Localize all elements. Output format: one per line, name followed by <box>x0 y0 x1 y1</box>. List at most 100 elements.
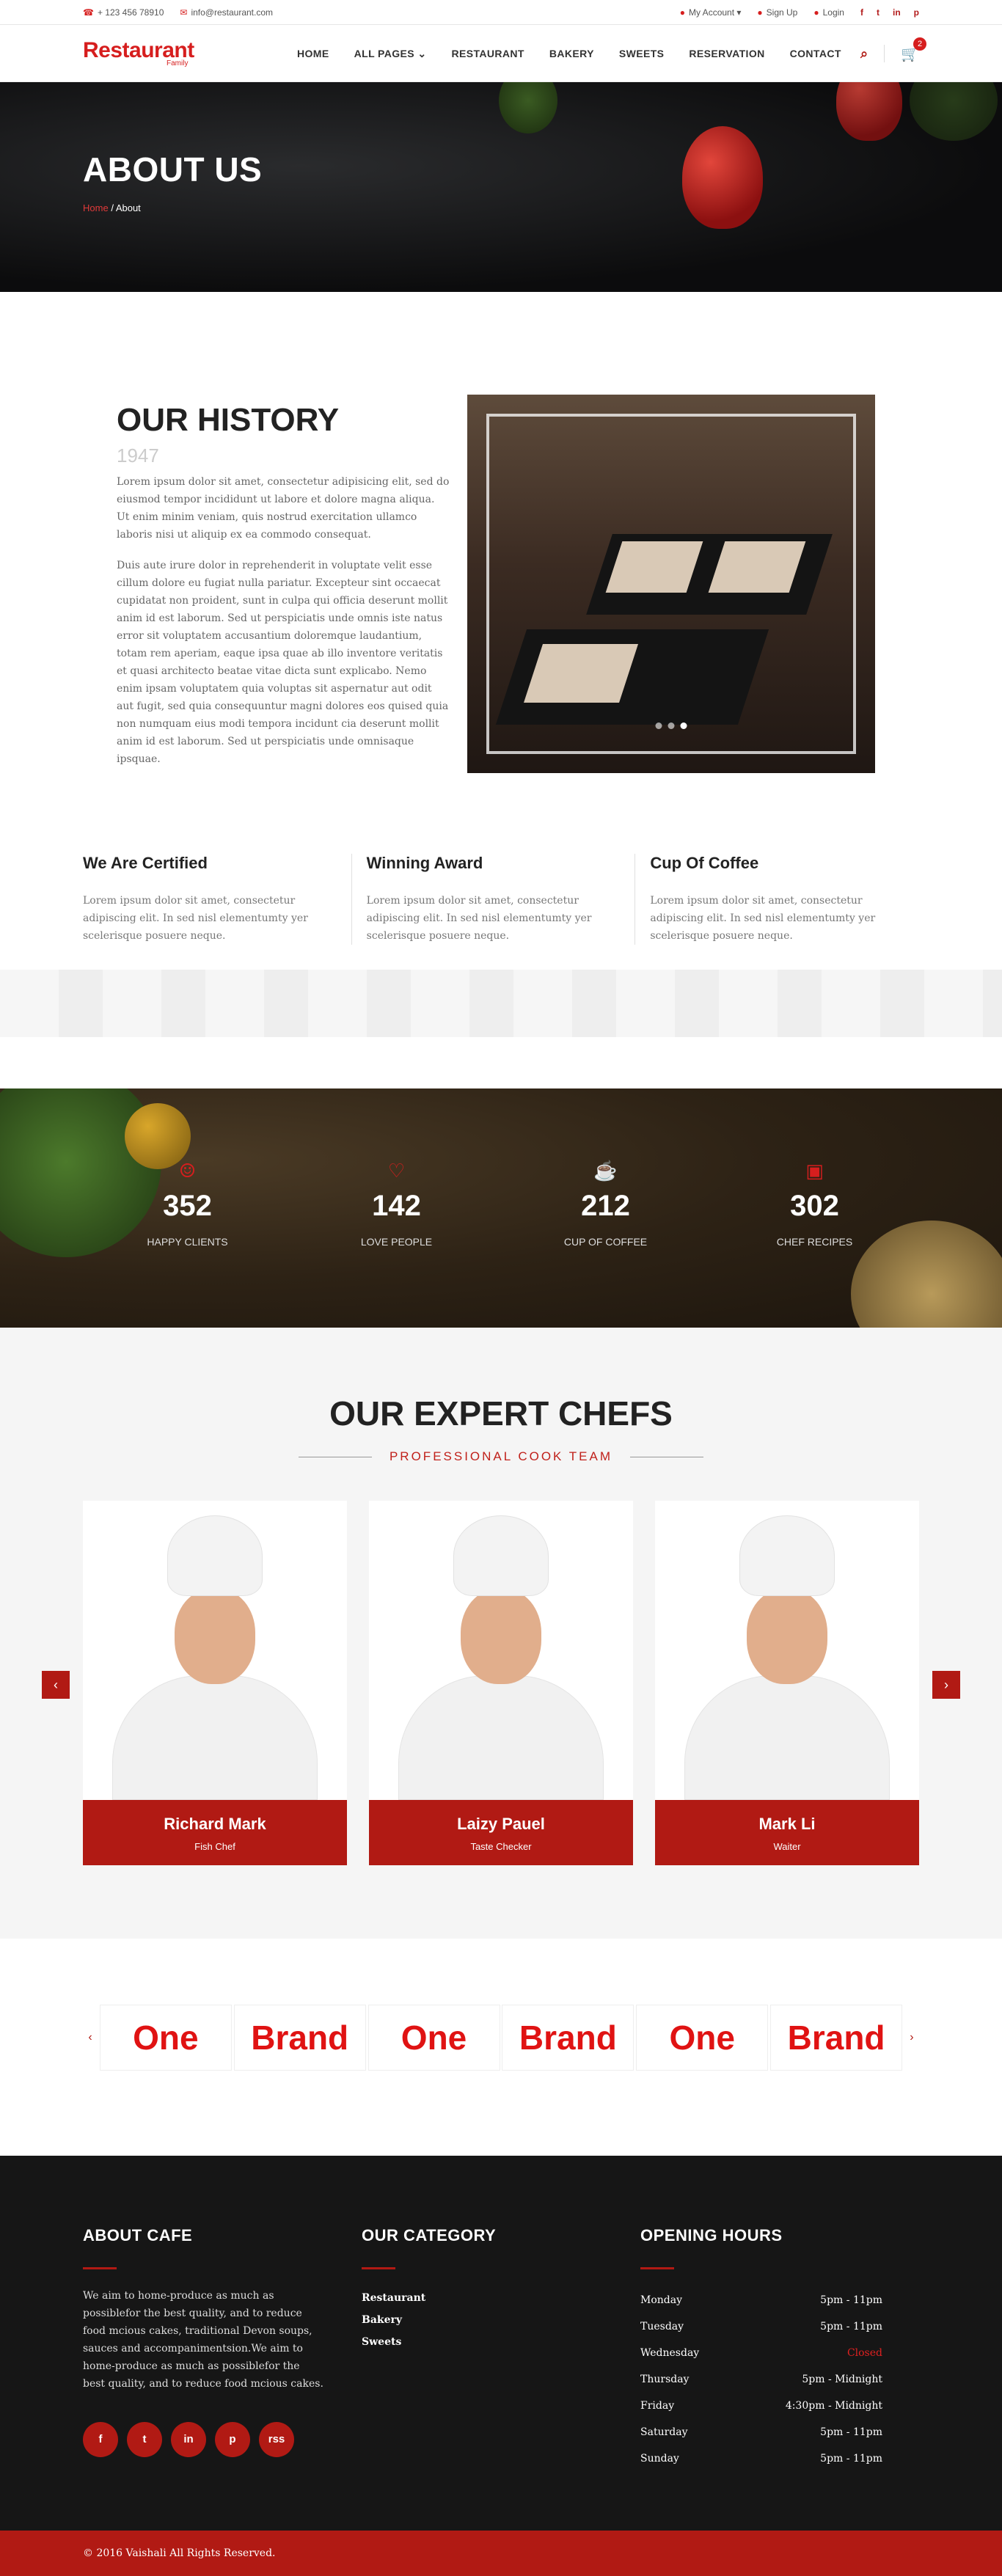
chefs-carousel: ‹ Richard Mark Fish Chef Laizy Pauel Taste… <box>42 1501 960 1865</box>
linkedin-icon[interactable]: in <box>893 7 901 18</box>
counter-label: LOVE PEOPLE <box>360 1236 433 1248</box>
brand-prev-button[interactable]: ‹ <box>83 2031 98 2044</box>
brand-logo[interactable]: Brand <box>502 2005 635 2071</box>
lock-icon: ● <box>813 7 819 18</box>
hours-day: Thursday <box>640 2374 690 2385</box>
hours-day: Saturday <box>640 2426 688 2438</box>
slider-dot-active[interactable] <box>680 722 687 729</box>
slider-dot[interactable] <box>668 722 675 729</box>
heading-underline <box>362 2267 395 2269</box>
rss-icon[interactable]: rss <box>259 2422 294 2457</box>
brand-logo[interactable]: Brand <box>233 2005 366 2071</box>
nav-all-pages-label[interactable]: ALL PAGES <box>354 48 414 59</box>
chefs-title: OUR EXPERT CHEFS <box>329 1394 673 1432</box>
my-account-link[interactable]: ● My Account ▾ <box>680 7 742 18</box>
cart-icon[interactable]: 🛒 2 <box>901 37 926 62</box>
mail-icon: ✉ <box>180 7 188 18</box>
history-section: OUR HISTORY 1947 Lorem ipsum dolor sit a… <box>0 292 1002 854</box>
signup-link[interactable]: ● Sign Up <box>757 7 797 18</box>
brand-logo[interactable]: Brand <box>770 2005 903 2071</box>
nav-home[interactable]: HOME <box>297 48 329 60</box>
feature-coffee: Cup Of Coffee Lorem ipsum dolor sit amet… <box>650 854 919 945</box>
hours-time: 5pm - Midnight <box>802 2374 882 2385</box>
search-icon[interactable]: ⌕ <box>860 46 868 62</box>
hours-time: 5pm - 11pm <box>820 2453 882 2465</box>
chef-role: Fish Chef <box>194 1841 235 1852</box>
brands-section: ‹ One Brand One Brand One Brand › <box>0 1939 1002 2156</box>
chef-role: Waiter <box>773 1841 801 1852</box>
category-link[interactable]: Bakery <box>362 2309 640 2331</box>
carousel-next-button[interactable]: › <box>932 1671 960 1699</box>
login-label[interactable]: Login <box>823 7 844 18</box>
brand-logo[interactable]: One <box>99 2005 232 2071</box>
category-link[interactable]: Restaurant <box>362 2287 640 2309</box>
pinterest-icon[interactable]: p <box>914 7 919 18</box>
linkedin-icon[interactable]: in <box>171 2422 206 2457</box>
carousel-prev-button[interactable]: ‹ <box>42 1671 70 1699</box>
signup-label[interactable]: Sign Up <box>767 7 798 18</box>
chef-card[interactable]: Laizy Pauel Taste Checker <box>369 1501 633 1865</box>
footer-social: f t in p rss <box>83 2422 362 2457</box>
chef-card[interactable]: Mark Li Waiter <box>655 1501 919 1865</box>
hours-time-closed: Closed <box>846 2347 882 2359</box>
nav-restaurant[interactable]: RESTAURANT <box>451 48 524 60</box>
main-nav: Restaurant Family HOME ALL PAGES ⌄ RESTA… <box>0 25 1002 82</box>
phone-item: ☎ + 123 456 78910 <box>83 7 164 18</box>
hours-time: 5pm - 11pm <box>820 2321 882 2332</box>
hours-time: 5pm - 11pm <box>820 2426 882 2438</box>
counter-chef-recipes: ▣ 302 CHEF RECIPES <box>742 1160 888 1248</box>
logo-text[interactable]: Restaurant <box>83 40 230 62</box>
nav-reservation[interactable]: RESERVATION <box>689 48 764 60</box>
pinterest-icon[interactable]: p <box>215 2422 250 2457</box>
breadcrumb-current: / About <box>111 202 141 213</box>
footer-heading: ABOUT CAFE <box>83 2226 193 2244</box>
top-bar: ☎ + 123 456 78910 ✉ info@restaurant.com ● M… <box>0 0 1002 25</box>
coffee-cup-icon: ☕ <box>593 1160 618 1182</box>
brand-logo[interactable]: One <box>367 2005 500 2071</box>
page-title: ABOUT US <box>83 150 263 189</box>
features-section: We Are Certified Lorem ipsum dolor sit a… <box>0 854 1002 1088</box>
history-title: OUR HISTORY <box>117 402 340 438</box>
nav-all-pages[interactable]: ALL PAGES ⌄ <box>354 48 427 60</box>
facebook-icon[interactable]: f <box>860 7 863 18</box>
counter-cup-of-coffee: ☕ 212 CUP OF COFFEE <box>533 1160 679 1248</box>
footer-about: ABOUT CAFE We aim to home-produce as muc… <box>83 2226 362 2472</box>
slider-dot[interactable] <box>655 722 662 729</box>
login-link[interactable]: ● Login <box>813 7 844 18</box>
logo[interactable]: Restaurant Family <box>83 40 230 67</box>
heart-icon: ♡ <box>387 1160 406 1182</box>
chef-photo <box>655 1501 919 1800</box>
nav-contact[interactable]: CONTACT <box>790 48 841 60</box>
counter-label: HAPPY CLIENTS <box>147 1236 228 1248</box>
chef-name: Laizy Pauel <box>457 1815 545 1833</box>
hours-row: Wednesday Closed <box>640 2340 882 2366</box>
chef-name: Richard Mark <box>164 1815 266 1833</box>
counter-happy-clients: ☺ 352 HAPPY CLIENTS <box>114 1160 261 1248</box>
chefs-subtitle-row: PROFESSIONAL COOK TEAM <box>83 1449 919 1464</box>
twitter-icon[interactable]: t <box>127 2422 162 2457</box>
hours-time: 5pm - 11pm <box>820 2294 882 2306</box>
book-icon: ▣ <box>805 1160 824 1182</box>
brand-carousel: ‹ One Brand One Brand One Brand › <box>83 2005 919 2071</box>
hours-day: Sunday <box>640 2453 679 2465</box>
image-frame <box>486 414 856 754</box>
my-account-label[interactable]: My Account <box>689 7 734 18</box>
footer: ABOUT CAFE We aim to home-produce as muc… <box>0 2156 1002 2531</box>
feature-text: Lorem ipsum dolor sit amet, consectetur … <box>650 895 876 942</box>
chef-role: Taste Checker <box>470 1841 532 1852</box>
hours-day: Wednesday <box>640 2347 700 2359</box>
history-year: 1947 <box>117 444 159 466</box>
hours-day: Monday <box>640 2294 682 2306</box>
breadcrumb-home[interactable]: Home <box>83 202 109 213</box>
nav-bakery[interactable]: BAKERY <box>549 48 594 60</box>
email-address[interactable]: info@restaurant.com <box>191 7 273 18</box>
brand-logo[interactable]: One <box>636 2005 769 2071</box>
twitter-icon[interactable]: t <box>877 7 880 18</box>
category-link[interactable]: Sweets <box>362 2331 640 2353</box>
email-item[interactable]: ✉ info@restaurant.com <box>180 7 273 18</box>
nav-sweets[interactable]: SWEETS <box>619 48 665 60</box>
chef-card[interactable]: Richard Mark Fish Chef <box>83 1501 347 1865</box>
brand-next-button[interactable]: › <box>904 2031 919 2044</box>
chevron-down-icon: ⌄ <box>417 47 427 59</box>
facebook-icon[interactable]: f <box>83 2422 118 2457</box>
